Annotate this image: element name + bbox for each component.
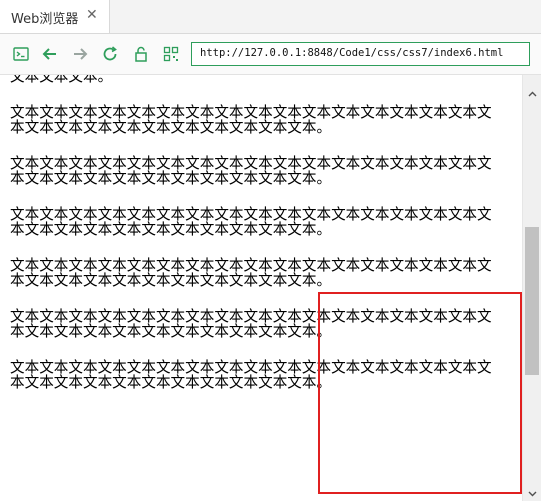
toolbar: http://127.0.0.1:8848/Code1/css/css7/ind… bbox=[0, 34, 541, 75]
tab-title: Web浏览器 bbox=[11, 12, 79, 27]
text-paragraph: 文本文本文本文本文本文本文本文本文本文本文本文本文本文本文本文本文本文本文本文本… bbox=[10, 104, 492, 136]
scroll-up-arrow-icon[interactable] bbox=[528, 84, 537, 97]
scrollbar-thumb[interactable] bbox=[525, 227, 539, 375]
page-content: 文本文本文本。 文本文本文本文本文本文本文本文本文本文本文本文本文本文本文本文本… bbox=[10, 75, 506, 411]
qr-grid-icon[interactable] bbox=[161, 44, 181, 64]
lock-icon[interactable] bbox=[131, 44, 151, 64]
vertical-scrollbar[interactable] bbox=[522, 75, 541, 501]
close-icon[interactable]: ✕ bbox=[86, 7, 98, 23]
text-paragraph: 文本文本文本。 bbox=[10, 75, 113, 85]
scroll-down-arrow-icon[interactable] bbox=[528, 483, 537, 497]
address-bar[interactable]: http://127.0.0.1:8848/Code1/css/css7/ind… bbox=[191, 42, 530, 66]
browser-tab[interactable]: Web浏览器 ✕ bbox=[0, 0, 110, 33]
back-arrow-icon[interactable] bbox=[40, 44, 60, 64]
terminal-icon[interactable] bbox=[11, 44, 31, 64]
text-paragraph: 文本文本文本文本文本文本文本文本文本文本文本文本文本文本文本文本文本文本文本文本… bbox=[10, 155, 492, 187]
tab-bar: Web浏览器 ✕ bbox=[0, 0, 541, 34]
text-paragraph: 文本文本文本文本文本文本文本文本文本文本文本文本文本文本文本文本文本文本文本文本… bbox=[10, 308, 492, 340]
text-paragraph: 文本文本文本文本文本文本文本文本文本文本文本文本文本文本文本文本文本文本文本文本… bbox=[10, 257, 492, 289]
url-text: http://127.0.0.1:8848/Code1/css/css7/ind… bbox=[200, 47, 504, 59]
reload-icon[interactable] bbox=[100, 44, 120, 64]
text-paragraph: 文本文本文本文本文本文本文本文本文本文本文本文本文本文本文本文本文本文本文本文本… bbox=[10, 206, 492, 238]
text-paragraph: 文本文本文本文本文本文本文本文本文本文本文本文本文本文本文本文本文本文本文本文本… bbox=[10, 359, 492, 391]
forward-arrow-icon[interactable] bbox=[70, 44, 90, 64]
page-viewport: 文本文本文本。 文本文本文本文本文本文本文本文本文本文本文本文本文本文本文本文本… bbox=[0, 75, 541, 501]
